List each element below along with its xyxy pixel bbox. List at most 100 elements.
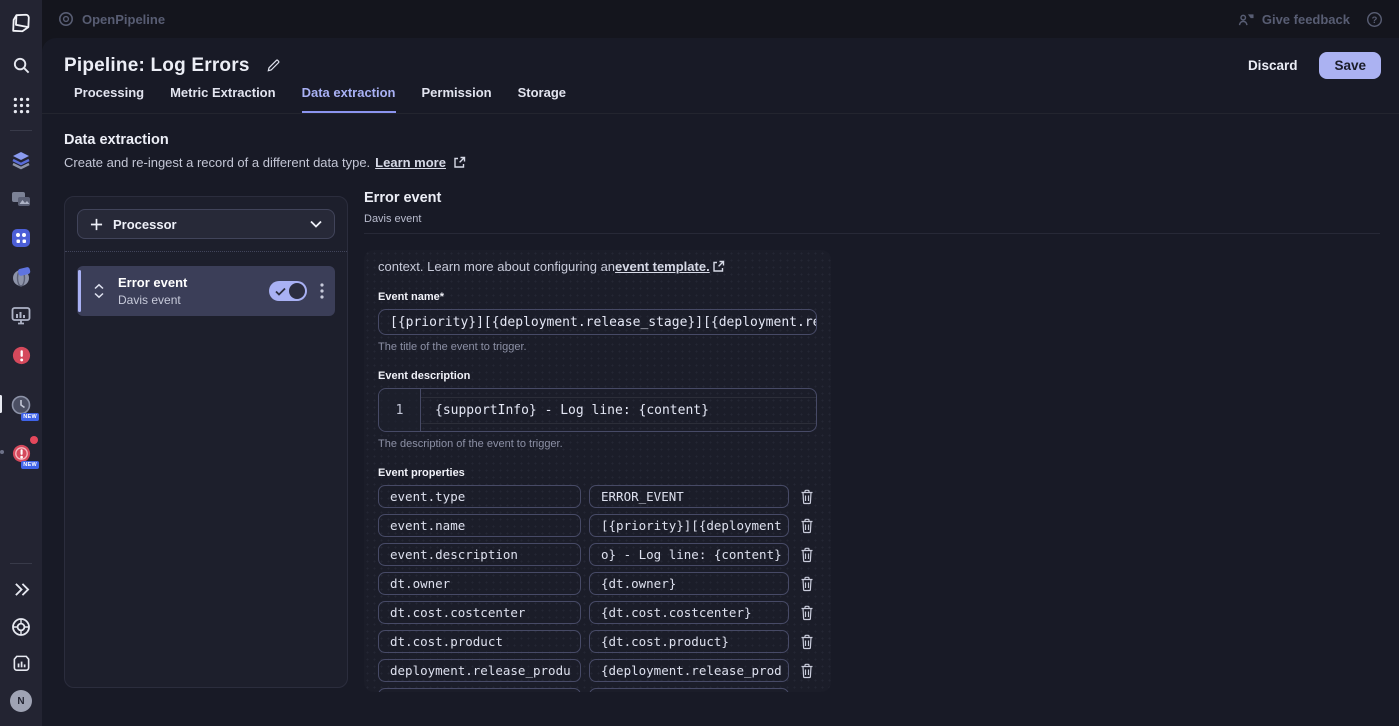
trash-icon <box>800 663 814 679</box>
trash-icon <box>800 547 814 563</box>
tab-permission[interactable]: Permission <box>422 85 492 113</box>
event-description-editor[interactable]: 1 {supportInfo} - Log line: {content} <box>378 388 817 432</box>
pencil-icon <box>266 58 281 73</box>
feedback-icon <box>1238 12 1255 27</box>
property-row: event.description o} - Log line: {conten… <box>378 543 817 566</box>
property-key-input[interactable]: event.name <box>378 514 581 537</box>
support-lifebuoy-icon[interactable] <box>8 614 34 640</box>
event-name-input[interactable]: [{priority}][{deployment.release_stage}]… <box>378 309 817 335</box>
learn-more-link[interactable]: Learn more <box>375 155 446 170</box>
give-feedback-button[interactable]: Give feedback <box>1238 12 1350 27</box>
property-row: dt.owner {dt.owner} <box>378 572 817 595</box>
processor-item-error-event[interactable]: Error event Davis event <box>77 266 335 316</box>
property-value-input[interactable]: {dt.cost.product} <box>589 630 789 653</box>
selected-accent-bar <box>78 270 81 312</box>
app-tab-openpipeline[interactable]: OpenPipeline <box>42 0 305 38</box>
delete-property-button[interactable] <box>800 634 814 650</box>
event-properties-label: Event properties <box>378 467 817 479</box>
help-button[interactable]: ? <box>1366 11 1383 28</box>
delete-property-button[interactable] <box>800 605 814 621</box>
detail-divider <box>364 233 1380 234</box>
property-value-input[interactable]: o} - Log line: {content} <box>589 543 789 566</box>
observability-app-icon[interactable] <box>8 147 34 173</box>
context-text: context. Learn more about configuring an <box>378 259 615 274</box>
page-title: Pipeline: Log Errors <box>64 55 250 77</box>
property-key-input[interactable]: event.description <box>378 543 581 566</box>
section-description: Create and re-ingest a record of a diffe… <box>64 155 370 170</box>
captures-app-icon[interactable] <box>8 186 34 212</box>
delete-property-button[interactable] <box>800 489 814 505</box>
property-value-input[interactable]: {deployment.release_stag <box>589 688 789 692</box>
item-menu-button[interactable] <box>320 283 324 299</box>
insights-chart-icon[interactable] <box>8 650 34 676</box>
processor-list-panel: Processor Error event Davis event <box>64 196 348 688</box>
tab-data-extraction[interactable]: Data extraction <box>302 85 396 113</box>
detail-header: Error event Davis event <box>364 190 441 225</box>
internet-app-icon[interactable] <box>8 264 34 290</box>
property-key-input[interactable]: event.type <box>378 485 581 508</box>
discard-button[interactable]: Discard <box>1248 58 1298 73</box>
rail-divider <box>10 130 32 131</box>
edit-title-button[interactable] <box>266 58 281 73</box>
drag-handle-icon[interactable] <box>93 283 105 299</box>
trash-icon <box>800 518 814 534</box>
notification-dot <box>30 436 38 444</box>
trash-icon <box>800 634 814 650</box>
problems-app-icon[interactable] <box>8 342 34 368</box>
processor-enabled-toggle[interactable] <box>269 281 307 301</box>
property-value-input[interactable]: {dt.cost.costcenter} <box>589 601 789 624</box>
event-template-form: context. Learn more about configuring an… <box>364 250 831 692</box>
event-name-label: Event name* <box>378 291 817 303</box>
delete-property-button[interactable] <box>800 547 814 563</box>
expand-rail-icon[interactable] <box>8 576 34 602</box>
property-key-input[interactable]: deployment.release_stage <box>378 688 581 692</box>
property-value-input[interactable]: [{priority}][{deployment <box>589 514 789 537</box>
svg-text:?: ? <box>1372 14 1378 25</box>
property-row: deployment.release_stage {deployment.rel… <box>378 688 817 692</box>
app-grid-icon[interactable] <box>8 92 34 118</box>
app-tab-title: OpenPipeline <box>82 12 165 27</box>
property-value-input[interactable]: {dt.owner} <box>589 572 789 595</box>
section-title: Data extraction <box>64 132 466 148</box>
event-description-helper: The description of the event to trigger. <box>378 438 817 450</box>
delete-property-button[interactable] <box>800 663 814 679</box>
search-icon[interactable] <box>8 52 34 78</box>
event-description-code[interactable]: {supportInfo} - Log line: {content} <box>421 397 816 424</box>
property-key-input[interactable]: dt.cost.costcenter <box>378 601 581 624</box>
event-template-link[interactable]: event template. <box>615 259 710 274</box>
delete-property-button[interactable] <box>800 518 814 534</box>
tab-processing[interactable]: Processing <box>74 85 144 113</box>
openpipeline-app-icon <box>58 11 74 27</box>
panel-divider <box>65 251 347 252</box>
tab-metric-extraction[interactable]: Metric Extraction <box>170 85 275 113</box>
add-processor-button[interactable]: Processor <box>77 209 335 239</box>
dynatrace-logo-icon[interactable] <box>8 10 34 36</box>
top-bar: OpenPipeline Give feedback ? <box>42 0 1399 38</box>
save-button[interactable]: Save <box>1319 52 1381 79</box>
property-value-input[interactable]: {deployment.release_prod <box>589 659 789 682</box>
section-intro: Data extraction Create and re-ingest a r… <box>64 132 466 170</box>
chevron-down-icon <box>310 220 322 228</box>
services-app-icon[interactable] <box>8 225 34 251</box>
trash-icon <box>800 692 814 693</box>
event-name-helper: The title of the event to trigger. <box>378 341 817 353</box>
check-icon <box>275 287 286 296</box>
property-value-input[interactable]: ERROR_EVENT <box>589 485 789 508</box>
user-avatar[interactable]: N <box>8 688 34 714</box>
property-key-input[interactable]: deployment.release_produ <box>378 659 581 682</box>
trash-icon <box>800 576 814 592</box>
alerts-app-icon[interactable]: NEW <box>8 440 34 466</box>
delete-property-button[interactable] <box>800 576 814 592</box>
external-link-icon <box>453 156 466 169</box>
delete-property-button[interactable] <box>800 692 814 693</box>
tab-storage[interactable]: Storage <box>518 85 566 113</box>
property-row: dt.cost.costcenter {dt.cost.costcenter} <box>378 601 817 624</box>
property-key-input[interactable]: dt.owner <box>378 572 581 595</box>
trash-icon <box>800 605 814 621</box>
help-icon: ? <box>1366 11 1383 28</box>
line-number: 1 <box>379 389 421 431</box>
timeline-app-icon[interactable]: NEW <box>8 392 34 418</box>
property-key-input[interactable]: dt.cost.product <box>378 630 581 653</box>
rail-divider <box>10 563 32 564</box>
monitoring-app-icon[interactable] <box>8 303 34 329</box>
